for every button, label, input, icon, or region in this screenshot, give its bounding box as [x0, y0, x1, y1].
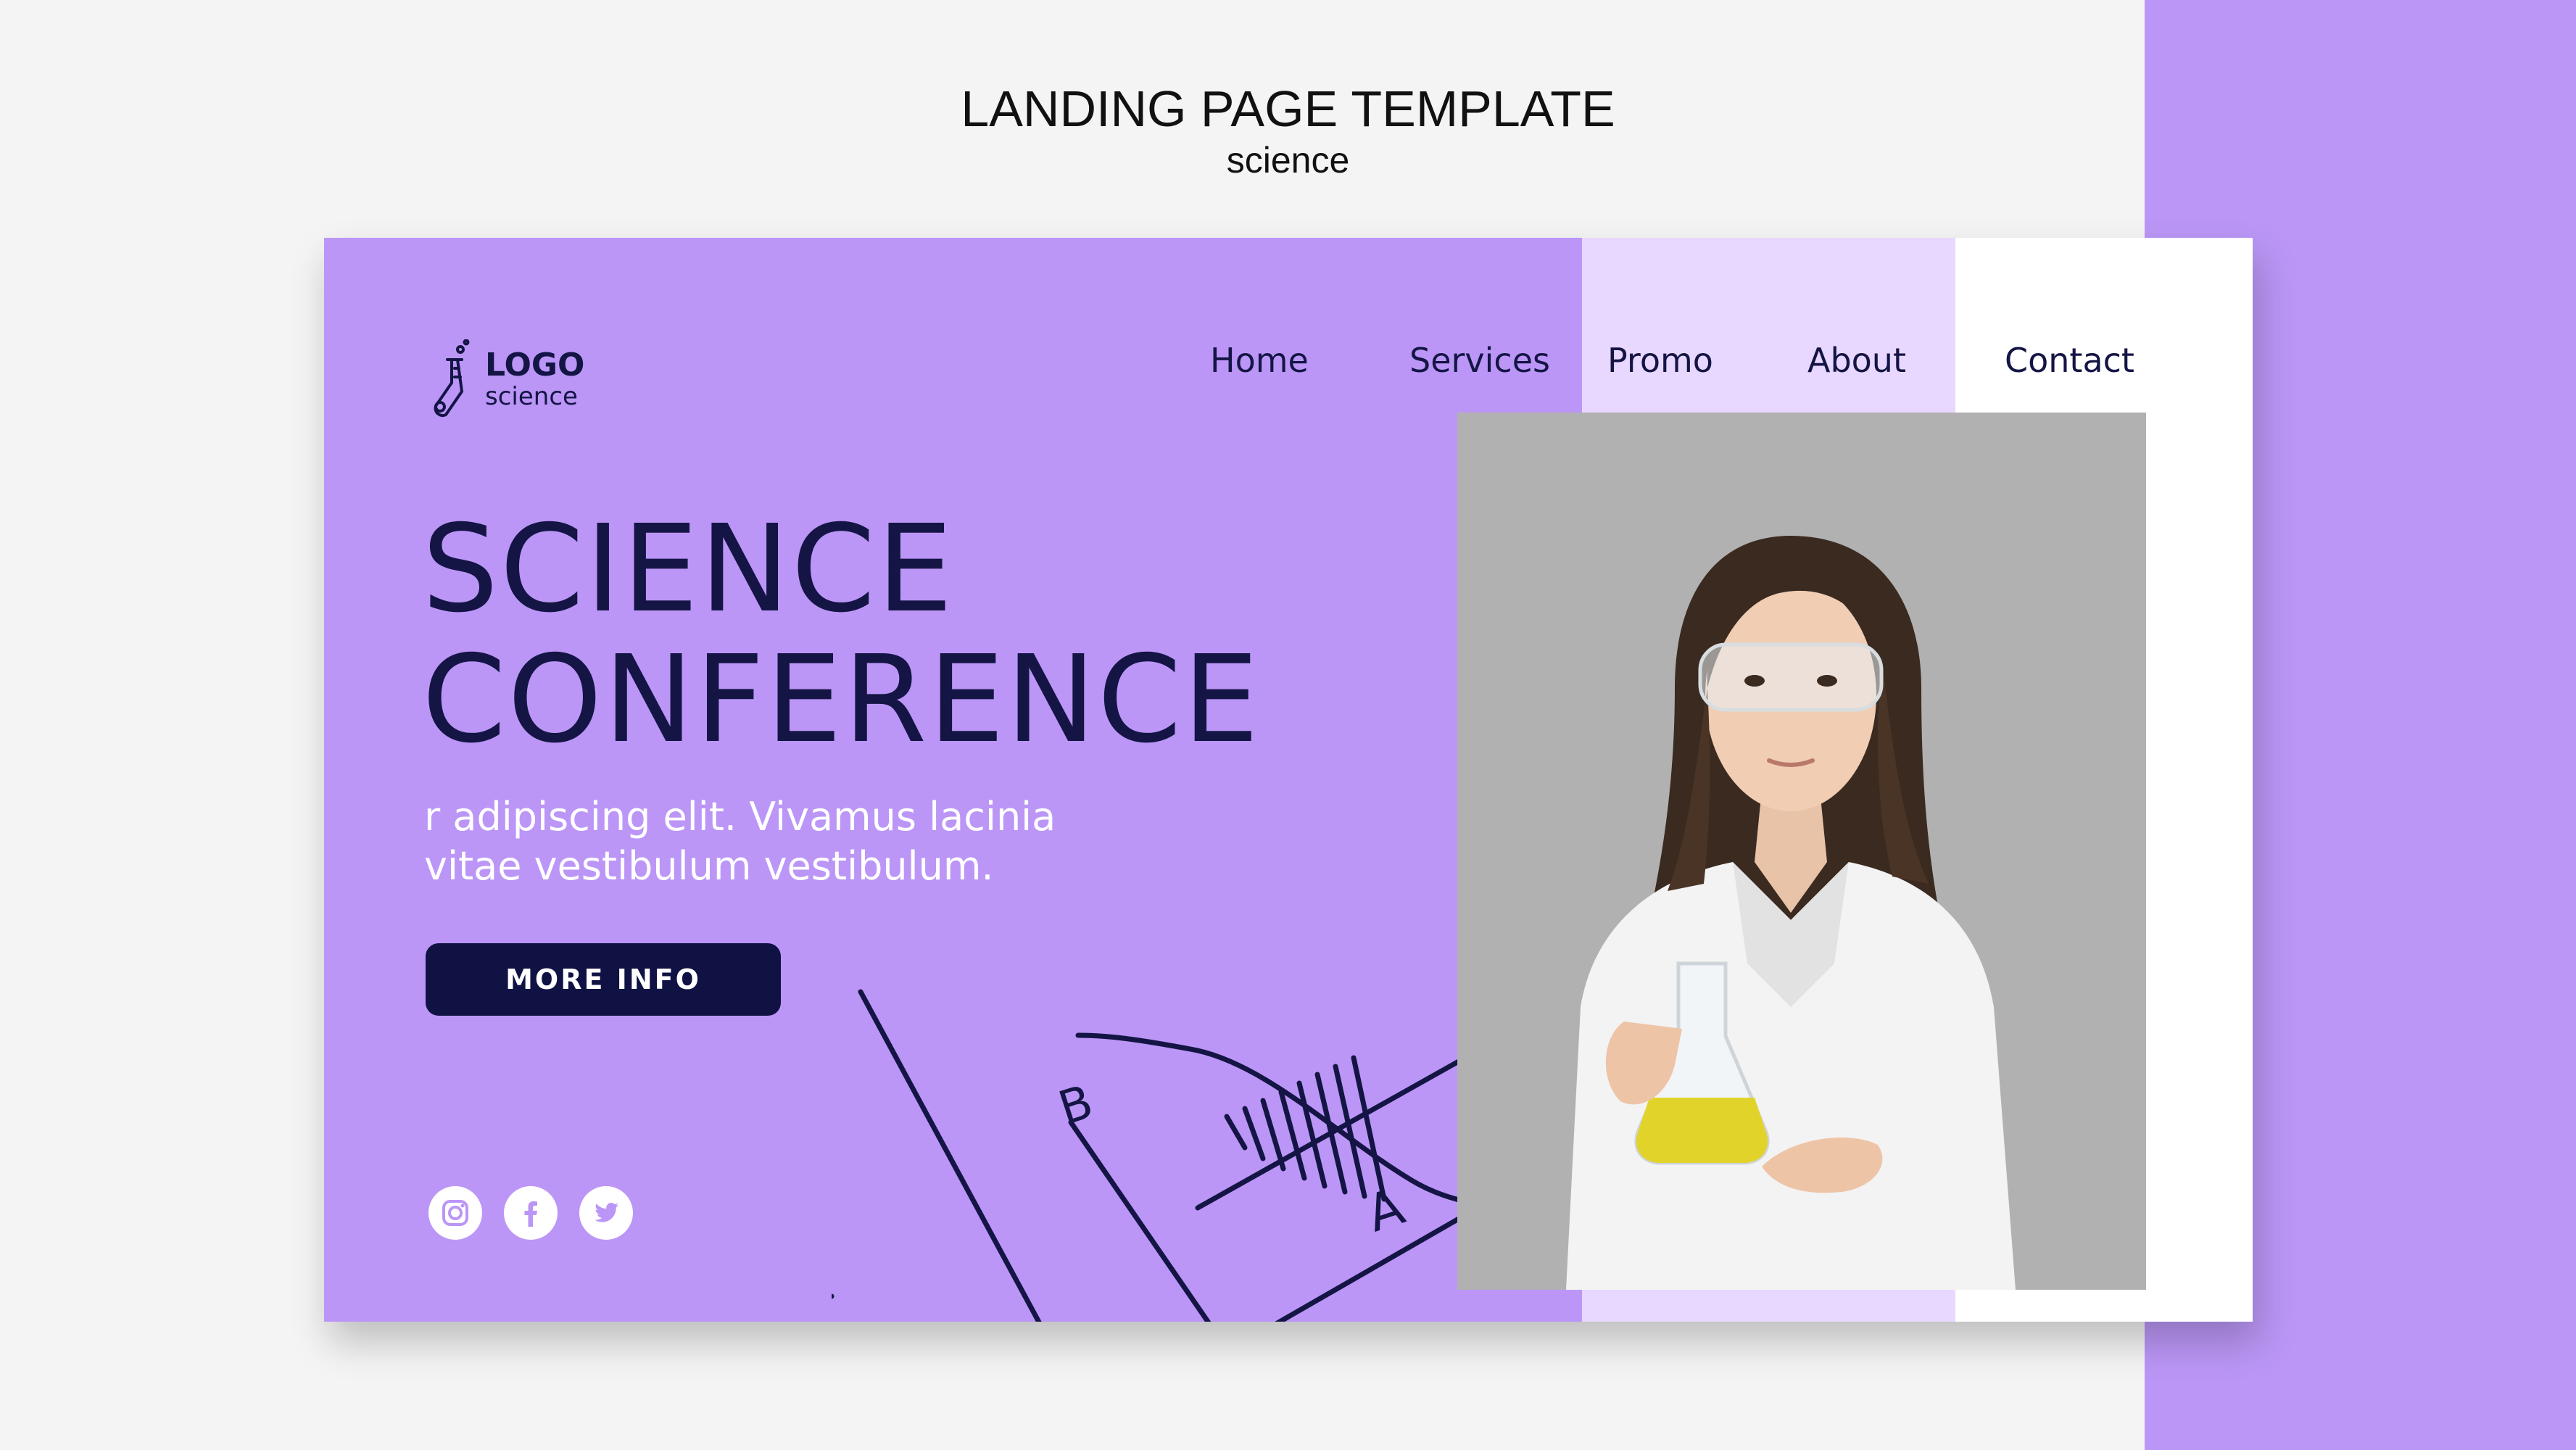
twitter-icon — [595, 1203, 618, 1222]
template-subtitle: science — [1226, 140, 1350, 181]
hero-title: SCIENCE CONFERENCE — [422, 505, 1260, 766]
hero-title-line2: CONFERENCE — [422, 630, 1261, 770]
instagram-icon — [442, 1200, 468, 1226]
instagram-link[interactable] — [428, 1186, 482, 1240]
nav-services[interactable]: Services — [1409, 341, 1550, 380]
scientist-image — [1566, 536, 2016, 1290]
landing-page-card: LOGO science Home Services Promo About C… — [324, 238, 2253, 1322]
nav-home[interactable]: Home — [1210, 341, 1309, 380]
nav-contact[interactable]: Contact — [2005, 341, 2134, 380]
logo-subtext: science — [485, 382, 578, 411]
hero-title-line1: SCIENCE — [422, 500, 955, 639]
logo[interactable]: LOGO science — [426, 339, 584, 419]
logo-text: LOGO — [485, 347, 585, 384]
hero-photo — [1457, 413, 2146, 1290]
hero-description-line1: r adipiscing elit. Vivamus lacinia — [424, 794, 1056, 840]
twitter-link[interactable] — [579, 1186, 633, 1240]
more-info-button[interactable]: MORE INFO — [426, 943, 781, 1016]
test-tube-icon — [434, 339, 470, 418]
nav-promo[interactable]: Promo — [1607, 341, 1713, 380]
template-title: LANDING PAGE TEMPLATE — [961, 80, 1615, 137]
nav-about[interactable]: About — [1807, 341, 1906, 380]
facebook-link[interactable] — [504, 1186, 558, 1240]
facebook-icon — [524, 1201, 537, 1227]
